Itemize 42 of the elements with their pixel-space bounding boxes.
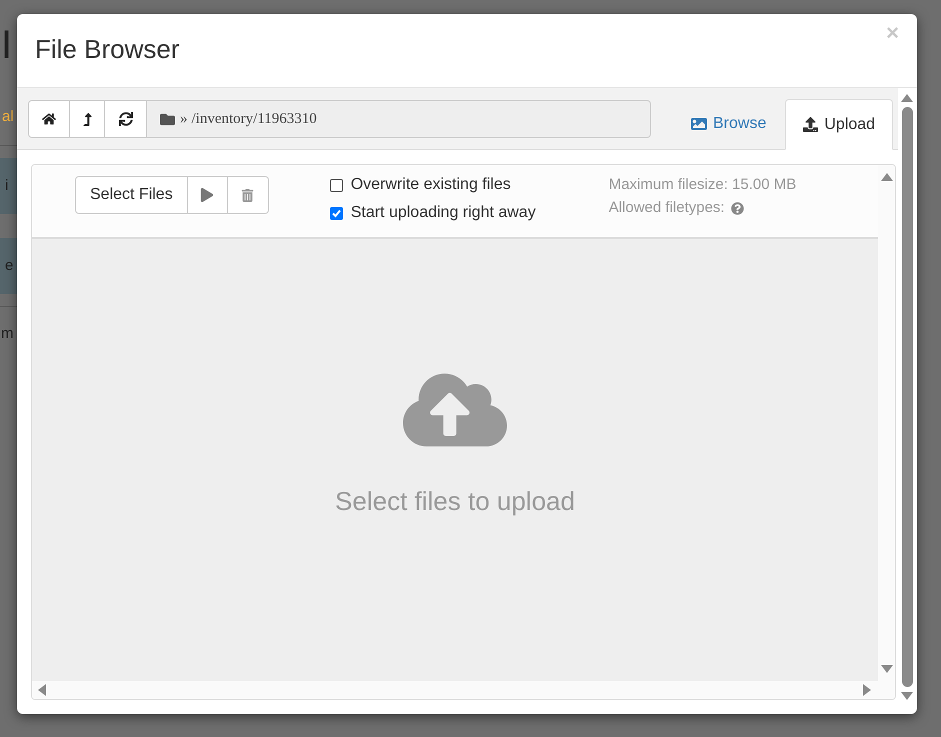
scrollbar[interactable] bbox=[32, 681, 895, 699]
clear-button[interactable] bbox=[228, 176, 269, 214]
help-icon[interactable] bbox=[730, 202, 744, 214]
background-text: al bbox=[2, 107, 14, 128]
scroll-up-icon[interactable] bbox=[880, 171, 892, 183]
checkbox-label: Overwrite existing files bbox=[350, 175, 511, 195]
folder-icon bbox=[160, 112, 175, 126]
checkbox[interactable] bbox=[330, 206, 343, 220]
background-text: e bbox=[5, 256, 14, 276]
dropzone[interactable]: Select files to upload bbox=[32, 239, 878, 681]
scroll-right-icon[interactable] bbox=[861, 684, 873, 696]
path-separator: » bbox=[180, 110, 188, 129]
scrollbar-thumb[interactable] bbox=[902, 107, 912, 687]
start-upload-button[interactable] bbox=[188, 176, 228, 214]
background-text: I bbox=[1, 22, 12, 69]
select-files-button[interactable]: Select Files bbox=[75, 176, 188, 214]
scroll-left-icon[interactable] bbox=[36, 684, 48, 696]
refresh-icon bbox=[118, 112, 132, 126]
tab[interactable]: Upload bbox=[785, 99, 894, 150]
scroll-down-icon[interactable] bbox=[880, 663, 892, 675]
parent-folder-button[interactable] bbox=[70, 100, 105, 138]
home-icon bbox=[42, 112, 56, 126]
image-icon bbox=[691, 116, 707, 132]
checkbox-label: Start uploading right away bbox=[350, 203, 536, 223]
scrollbar[interactable] bbox=[878, 165, 895, 681]
checkbox[interactable] bbox=[330, 178, 343, 192]
dropzone-text: Select files to upload bbox=[335, 484, 575, 518]
trash-icon bbox=[241, 188, 254, 202]
background-text: m bbox=[1, 324, 14, 344]
background-text: i bbox=[5, 176, 8, 196]
upload-icon bbox=[803, 117, 818, 132]
home-button[interactable] bbox=[28, 100, 70, 138]
tab[interactable]: Browse bbox=[674, 98, 784, 149]
level-up-icon bbox=[80, 112, 94, 126]
dialog-title: File Browser bbox=[35, 33, 180, 66]
max-filesize-text: Maximum filesize: 15.00 MB bbox=[608, 175, 796, 195]
play-icon bbox=[200, 188, 214, 202]
scroll-down-icon[interactable] bbox=[901, 690, 913, 702]
refresh-button[interactable] bbox=[105, 100, 147, 138]
path-text: /inventory/11963310 bbox=[192, 110, 317, 129]
scroll-up-icon[interactable] bbox=[901, 92, 913, 104]
allowed-filetypes-text: Allowed filetypes: bbox=[608, 198, 725, 218]
